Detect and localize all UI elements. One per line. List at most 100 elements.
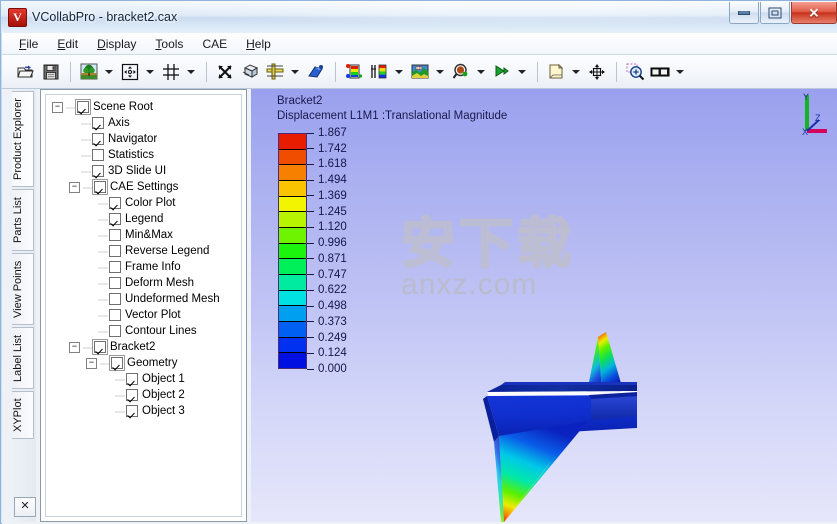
tree-checkbox-geometry[interactable] [111,357,123,369]
sidebar-tab-parts-list[interactable]: Parts List [12,189,34,251]
fit-view-dropdown[interactable] [143,60,156,84]
tree-node-undeformed-mesh[interactable]: Undeformed Mesh [46,291,241,307]
tree-collapse-toggle-bracket2[interactable]: − [69,341,80,353]
tree-checkbox-bracket2[interactable] [94,341,106,353]
note-dropdown[interactable] [569,60,582,84]
image-capture-button[interactable] [648,60,672,84]
minimize-button[interactable] [729,2,759,24]
legend-tick-value: 0.747 [318,268,347,281]
tree-checkbox-frame-info[interactable] [109,261,121,273]
grid-dropdown[interactable] [184,60,197,84]
tree-checkbox-object-2[interactable] [126,389,138,401]
toolbar-separator-2 [206,61,207,82]
image-capture-dropdown[interactable] [673,60,686,84]
tree-node-vector-plot[interactable]: Vector Plot [46,307,241,323]
menu-item-help[interactable]: Help [237,35,280,53]
tree-checkbox-color-plot[interactable] [109,197,121,209]
tree-collapse-toggle-cae-settings[interactable]: − [69,181,80,193]
move-label-button[interactable] [585,60,609,84]
section-cut-dropdown[interactable] [288,60,301,84]
tree-checkbox-axis[interactable] [92,117,104,129]
sidebar-tab-xyplot[interactable]: XYPlot [12,391,34,439]
tree-checkbox-object-3[interactable] [126,405,138,417]
tree-node-cae-settings[interactable]: − CAE Settings [46,179,241,195]
tree-node-3d-slide-ui[interactable]: 3D Slide UI [46,163,241,179]
section-cut-button[interactable] [263,60,287,84]
save-file-button[interactable] [39,60,63,84]
animate-button[interactable] [490,60,514,84]
tree-node-navigator[interactable]: Navigator [46,131,241,147]
close-button[interactable]: ✕ [791,2,837,24]
tree-node-bracket2[interactable]: − Bracket2 [46,339,241,355]
floppy-save-icon [43,64,59,79]
tree-checkbox-scene-root[interactable] [77,101,89,113]
tree-collapse-toggle-scene-root[interactable]: − [52,101,63,113]
animate-dropdown[interactable] [515,60,528,84]
light-button[interactable] [304,60,328,84]
note-button[interactable] [544,60,568,84]
tree-checkbox-navigator[interactable] [92,133,104,145]
tree-checkbox-3d-slide-ui[interactable] [92,165,104,177]
color-plot-button[interactable] [342,60,366,84]
sidebar-tab-view-points[interactable]: View Points [12,253,34,325]
zoom-box-button[interactable] [623,60,647,84]
menu-item-file[interactable]: File [10,35,47,53]
3d-viewport[interactable]: Bracket2 Displacement L1M1 :Translationa… [251,89,837,524]
scene-background-button[interactable] [77,60,101,84]
tree-checkbox-undeformed-mesh[interactable] [109,293,121,305]
tree-node-frame-info[interactable]: Frame Info [46,259,241,275]
tree-connector [98,246,108,256]
legend-band-14 [279,353,306,369]
tree-node-reverse-legend[interactable]: Reverse Legend [46,243,241,259]
menu-item-edit[interactable]: Edit [48,35,87,53]
legend-dropdown[interactable] [392,60,405,84]
fit-view-button[interactable] [118,60,142,84]
close-panel-button[interactable]: ✕ [14,497,36,517]
tree-checkbox-cae-settings[interactable] [94,181,106,193]
rotate-button[interactable] [213,60,237,84]
menu-item-cae[interactable]: CAE [193,35,236,53]
tree-checkbox-deform-mesh[interactable] [109,277,121,289]
contour-button[interactable]: 1M [408,60,432,84]
tree-node-object-2[interactable]: Object 2 [46,387,241,403]
legend-bar-icon [371,64,387,79]
menu-item-tools[interactable]: Tools [146,35,192,53]
legend-tick-value: 0.124 [318,347,347,360]
tree-node-statistics[interactable]: Statistics [46,147,241,163]
sidebar-tab-product-explorer[interactable]: Product Explorer [12,91,34,187]
probe-button[interactable] [449,60,473,84]
tree-checkbox-object-1[interactable] [126,373,138,385]
tree-node-legend[interactable]: Legend [46,211,241,227]
contour-dropdown[interactable] [433,60,446,84]
box-view-button[interactable] [238,60,262,84]
tree-checkbox-contour-lines[interactable] [109,325,121,337]
tree-checkbox-statistics[interactable] [92,149,104,161]
tree-node-deform-mesh[interactable]: Deform Mesh [46,275,241,291]
tree-node-geometry[interactable]: − Geometry [46,355,241,371]
scene-tree[interactable]: − Scene Root Axis Navigator Statistics 3D Sli… [45,94,242,517]
tree-node-object-1[interactable]: Object 1 [46,371,241,387]
tree-checkbox-legend[interactable] [109,213,121,225]
sidebar-tab-label-list[interactable]: Label List [12,327,34,389]
menu-item-display[interactable]: Display [88,35,145,53]
legend-tick-mark [307,305,314,307]
tree-node-contour-lines[interactable]: Contour Lines [46,323,241,339]
tree-node-min-and-max[interactable]: Min&Max [46,227,241,243]
tree-node-color-plot[interactable]: Color Plot [46,195,241,211]
tree-node-object-3[interactable]: Object 3 [46,403,241,419]
open-file-button[interactable] [14,60,38,84]
legend-button[interactable] [367,60,391,84]
tree-node-axis[interactable]: Axis [46,115,241,131]
tree-checkbox-vector-plot[interactable] [109,309,121,321]
probe-dropdown[interactable] [474,60,487,84]
grid-button[interactable] [159,60,183,84]
tree-node-scene-root[interactable]: − Scene Root [46,99,241,115]
scene-background-dropdown[interactable] [102,60,115,84]
tree-checkbox-reverse-legend[interactable] [109,245,121,257]
section-plane-icon [266,63,284,80]
window-title: VCollabPro - bracket2.cax [32,10,178,24]
tree-collapse-toggle-geometry[interactable]: − [86,357,97,369]
tree-checkbox-min-and-max[interactable] [109,229,121,241]
tree-connector [98,294,108,304]
maximize-button[interactable] [760,2,790,24]
